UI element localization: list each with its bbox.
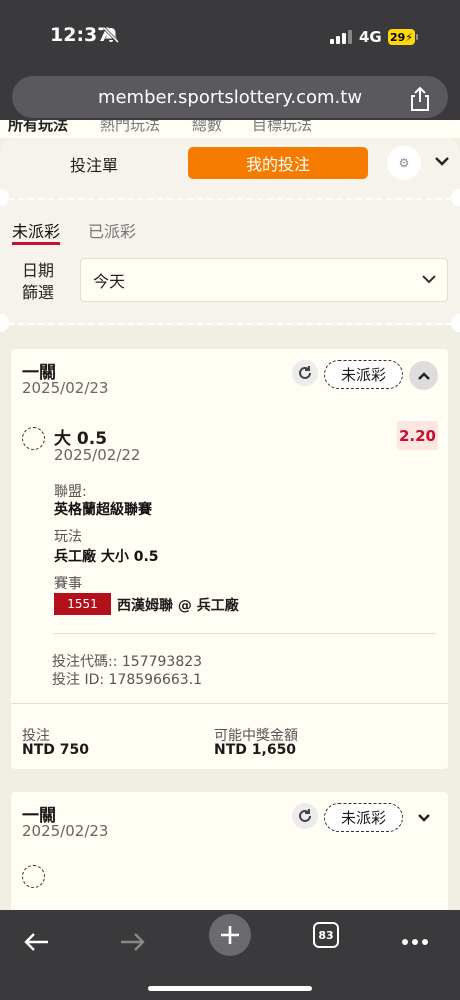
new-tab-plus-icon[interactable] xyxy=(209,914,251,956)
tabs-count: 83 xyxy=(318,928,334,942)
divider xyxy=(11,703,448,704)
selection-date: 2025/02/22 xyxy=(54,446,141,464)
market-tab-goals[interactable]: 目標玩法 xyxy=(252,120,312,135)
battery-tip xyxy=(416,34,418,40)
date-filter-select[interactable]: 今天 xyxy=(80,258,448,302)
home-indicator xyxy=(148,986,312,991)
network-type: 4G xyxy=(359,28,382,46)
filter-section: 未派彩 已派彩 日期 篩選 今天 xyxy=(0,206,460,326)
market-tab-popular[interactable]: 熱門玩法 xyxy=(100,120,160,135)
market-tab-totals[interactable]: 總數 xyxy=(192,120,222,135)
share-icon[interactable] xyxy=(408,86,432,112)
bet-card: 一關 2025/02/23 未派彩 大 0.5 2025/02/22 2.20 … xyxy=(11,349,448,769)
market-tabs: 所有玩法 熱門玩法 總數 目標玩法 xyxy=(0,120,460,138)
tabs-count-icon[interactable]: 83 xyxy=(313,922,339,948)
divider xyxy=(53,633,436,634)
address-bar[interactable]: member.sportslottery.com.tw xyxy=(12,76,448,118)
status-bar: 12:37 4G 29 ⚡ xyxy=(0,0,460,72)
bet-code: 投注代碼:: 157793823 xyxy=(52,654,203,670)
dashed-divider xyxy=(8,323,452,325)
date-filter-label-text: 日期 篩選 xyxy=(22,261,55,302)
chevron-down-icon[interactable] xyxy=(415,809,433,827)
status-badge: 未派彩 xyxy=(324,360,403,389)
bet-id: 投注 ID: 178596663.1 xyxy=(52,672,203,688)
more-icon[interactable] xyxy=(395,922,435,962)
bet-card: 一關 2025/02/23 未派彩 xyxy=(11,792,448,910)
chevron-down-icon xyxy=(422,275,436,284)
ticket-notch xyxy=(451,314,460,332)
market-label: 玩法 xyxy=(54,529,82,545)
selection-circle-icon xyxy=(22,427,45,450)
gear-icon[interactable]: ⚙ xyxy=(387,146,421,180)
date-filter-label: 日期 篩選 xyxy=(22,260,56,304)
battery-level: 29 xyxy=(389,30,406,44)
back-arrow-icon[interactable] xyxy=(16,922,56,962)
bet-date: 2025/02/23 xyxy=(22,822,109,840)
battery-icon: 29 ⚡ xyxy=(388,29,415,45)
forward-arrow-icon[interactable] xyxy=(113,922,153,962)
url-text: member.sportslottery.com.tw xyxy=(97,86,363,108)
refresh-icon[interactable] xyxy=(292,803,318,829)
event-name: 西漢姆聯 @ 兵工廠 xyxy=(117,598,239,614)
stake-value: NTD 750 xyxy=(22,742,89,758)
active-tab-underline xyxy=(12,242,60,245)
chevron-up-icon[interactable] xyxy=(409,361,438,390)
refresh-icon[interactable] xyxy=(292,360,318,386)
tab-settled[interactable]: 已派彩 xyxy=(88,218,136,242)
market-tab-all[interactable]: 所有玩法 xyxy=(8,120,68,135)
odds-badge: 2.20 xyxy=(397,421,438,450)
page-content: 所有玩法 熱門玩法 總數 目標玩法 投注單 我的投注 ⚙ 未派彩 已派彩 日期 … xyxy=(0,120,460,910)
league-label: 聯盟: xyxy=(54,484,87,500)
date-filter-value: 今天 xyxy=(93,272,126,291)
event-id-badge: 1551 xyxy=(54,593,111,615)
market-value: 兵工廠 大小 0.5 xyxy=(54,549,159,565)
winnings-value: NTD 1,650 xyxy=(214,742,297,758)
bet-date: 2025/02/23 xyxy=(22,379,109,397)
dashed-divider xyxy=(8,198,452,200)
chevron-down-icon[interactable] xyxy=(433,154,451,168)
selection-circle-icon xyxy=(22,865,45,888)
bell-muted-icon xyxy=(102,26,120,44)
tab-unsettled[interactable]: 未派彩 xyxy=(12,218,60,242)
event-label: 賽事 xyxy=(54,576,82,592)
tab-my-bets[interactable]: 我的投注 xyxy=(188,147,368,179)
signal-icon xyxy=(330,30,352,44)
status-badge: 未派彩 xyxy=(324,803,403,832)
league-value: 英格蘭超級聯賽 xyxy=(54,502,152,518)
tab-betslip[interactable]: 投注單 xyxy=(70,152,118,176)
